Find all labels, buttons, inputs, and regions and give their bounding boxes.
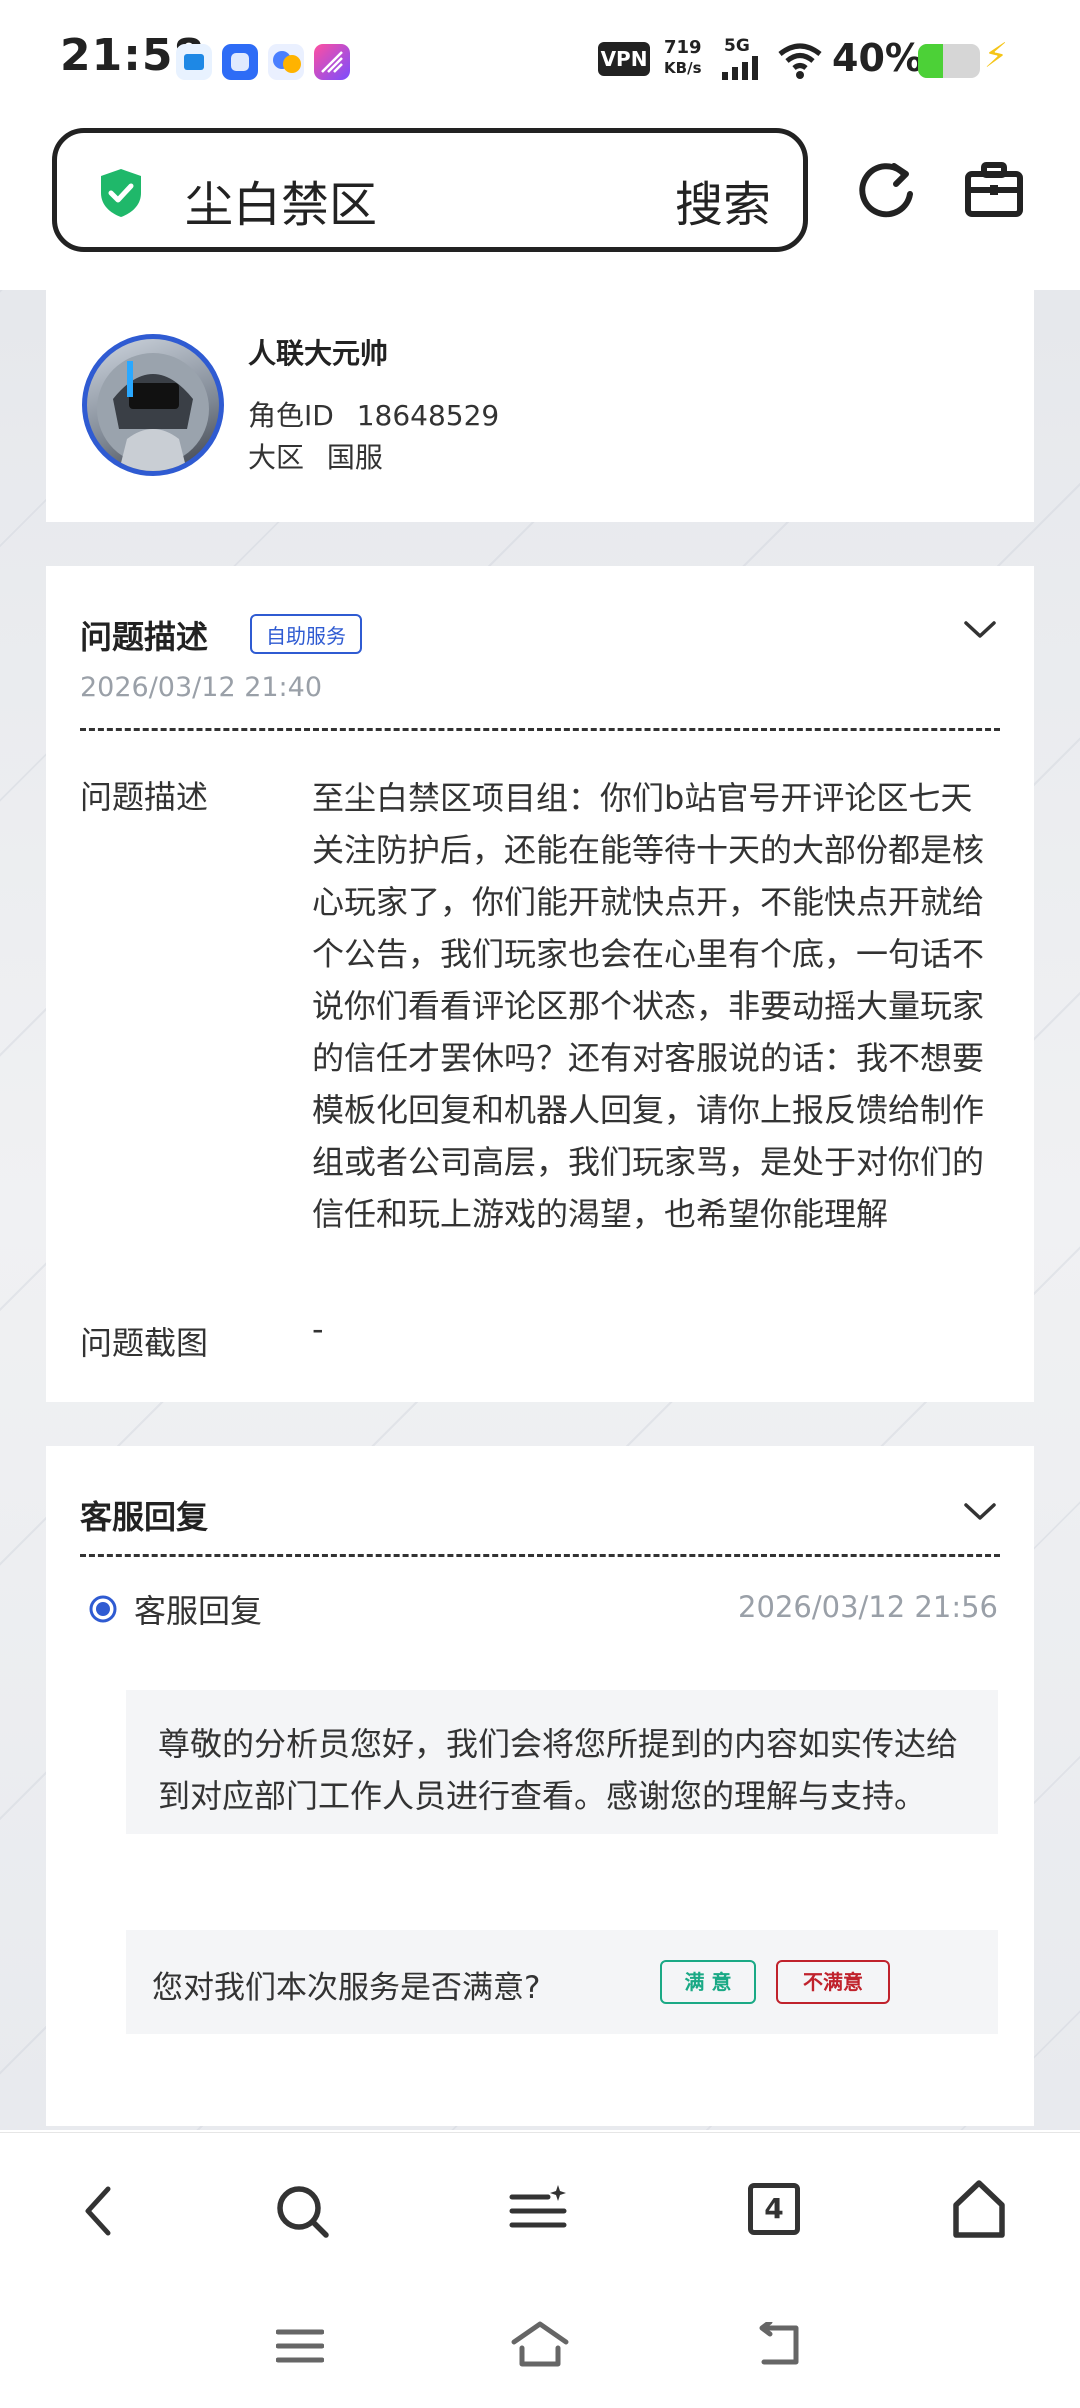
recent-apps-icon[interactable] (276, 2326, 324, 2366)
home-icon[interactable] (510, 2320, 570, 2368)
role-id-value: 18648529 (356, 399, 500, 432)
address-bar[interactable]: 尘白禁区 搜索 (52, 128, 808, 252)
browser-bottom-nav: 4 (0, 2132, 1080, 2287)
reply-section-title: 客服回复 (80, 1498, 209, 1536)
network-type: 5G (724, 36, 750, 56)
speed-unit: KB/s (664, 59, 702, 77)
wifi-icon (778, 43, 822, 79)
role-id-label: 角色ID (248, 399, 334, 432)
region-value: 国服 (326, 441, 383, 474)
reply-card: 客服回复 客服回复 2026/03/12 21:56 尊敬的分析员您好，我们会将… (46, 1446, 1034, 2126)
battery-icon (918, 44, 980, 78)
satisfied-button[interactable]: 满 意 (660, 1960, 756, 2004)
issue-section-title: 问题描述 (80, 618, 209, 656)
charging-icon: ⚡ (984, 36, 1008, 76)
back-icon[interactable] (80, 2183, 116, 2239)
app-notification-icon (222, 44, 258, 80)
tabs-button[interactable]: 4 (748, 2183, 800, 2235)
back-icon[interactable] (754, 2322, 806, 2368)
address-bar-title: 尘白禁区 (185, 177, 378, 233)
region-label: 大区 (248, 441, 305, 474)
profile-card: 人联大元帅 角色ID 18648529 大区 国服 (46, 290, 1034, 522)
search-icon[interactable] (274, 2183, 330, 2239)
avatar-image (97, 353, 209, 471)
battery-level (918, 44, 943, 78)
region-row: 大区 国服 (248, 436, 383, 476)
divider (80, 1554, 1000, 1557)
reply-message: 尊敬的分析员您好，我们会将您所提到的内容如实传达给到对应部门工作人员进行查看。感… (126, 1690, 998, 1834)
chevron-down-icon[interactable] (962, 618, 998, 642)
network-speed: 719 KB/s (664, 38, 702, 78)
avatar (82, 334, 224, 476)
role-id-row: 角色ID 18648529 (248, 394, 499, 434)
system-nav-bar (0, 2286, 1080, 2408)
issue-desc-label: 问题描述 (80, 778, 209, 816)
search-button[interactable]: 搜索 (675, 165, 771, 235)
signal-icon (722, 56, 758, 80)
toolbox-icon[interactable] (964, 160, 1024, 220)
issue-date: 2026/03/12 21:40 (80, 672, 323, 703)
status-bar: 21:58 VPN 719 KB/s 5G 40% ⚡ (0, 0, 1080, 120)
satisfaction-question: 您对我们本次服务是否满意? (152, 1970, 541, 2006)
radio-dot-icon (89, 1595, 117, 1623)
player-name: 人联大元帅 (248, 337, 389, 370)
unsatisfied-button[interactable]: 不满意 (776, 1960, 890, 2004)
issue-screenshot-value: - (312, 1310, 324, 1348)
chevron-down-icon[interactable] (962, 1500, 998, 1524)
issue-card: 问题描述 自助服务 2026/03/12 21:40 问题描述 至尘白禁区项目组… (46, 566, 1034, 1402)
refresh-icon[interactable] (858, 158, 918, 222)
app-notification-icon (268, 44, 304, 80)
home-icon[interactable] (950, 2179, 1008, 2239)
reply-date: 2026/03/12 21:56 (738, 1590, 998, 1624)
self-service-tag: 自助服务 (250, 614, 362, 654)
speed-value: 719 (664, 37, 702, 58)
satisfaction-row: 您对我们本次服务是否满意? 满 意 不满意 (126, 1930, 998, 2034)
app-notification-icon (176, 44, 212, 80)
issue-screenshot-label: 问题截图 (80, 1324, 209, 1362)
issue-desc-text: 至尘白禁区项目组：你们b站官号开评论区七天关注防护后，还能在能等待十天的大部份都… (312, 779, 985, 1233)
divider (80, 728, 1000, 731)
menu-icon[interactable] (508, 2183, 568, 2239)
app-notification-icon (314, 44, 350, 80)
shield-icon (101, 169, 141, 217)
vpn-icon: VPN (598, 42, 650, 76)
battery-percent: 40% (832, 36, 923, 80)
reply-item-label: 客服回复 (134, 1592, 263, 1630)
